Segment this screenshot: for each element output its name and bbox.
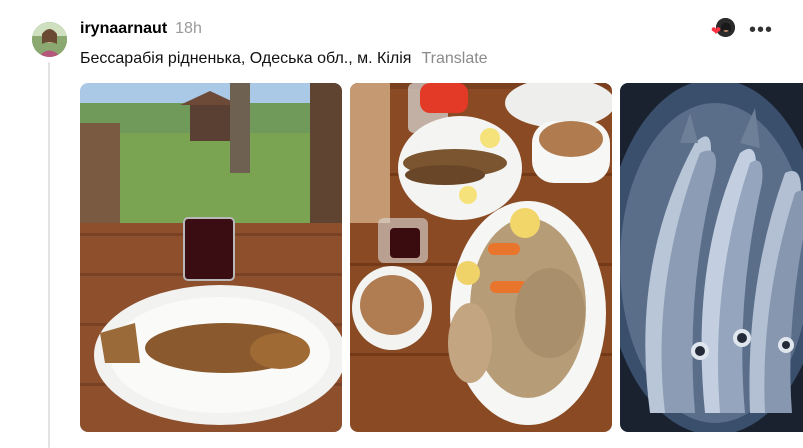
- timestamp[interactable]: 18h: [175, 20, 202, 38]
- photo-fresh-fish[interactable]: [620, 83, 803, 432]
- username[interactable]: irynaarnaut: [80, 20, 167, 38]
- photo-fried-fish[interactable]: [80, 83, 342, 432]
- photo-carousel[interactable]: [80, 83, 803, 432]
- post-header: irynaarnaut 18h: [80, 20, 202, 42]
- more-options-icon[interactable]: •••: [749, 20, 773, 40]
- thread-line: [48, 62, 50, 448]
- translate-link[interactable]: Translate: [421, 50, 487, 68]
- liked-by-avatar[interactable]: ❤: [711, 18, 735, 42]
- heart-icon: ❤: [710, 24, 722, 38]
- caption-text: Бессарабія рідненька, Одеська обл., м. К…: [80, 50, 412, 67]
- photo-fish-meal[interactable]: [350, 83, 612, 432]
- header-actions: ❤ •••: [711, 18, 773, 42]
- thread-post: irynaarnaut 18h ❤ ••• Бессарабія ріднень…: [0, 0, 803, 448]
- avatar[interactable]: [32, 22, 67, 57]
- post-caption: Бессарабія рідненька, Одеська обл., м. К…: [80, 50, 488, 68]
